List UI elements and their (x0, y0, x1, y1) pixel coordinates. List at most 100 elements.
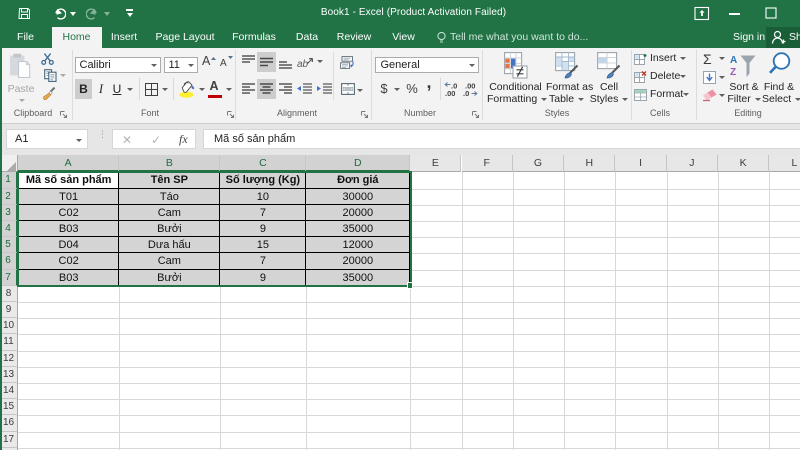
worksheet-grid[interactable]: ABCDEFGHIJKL123456789101112131415161718M… (0, 155, 800, 450)
find-select-button[interactable]: Find & Select (762, 50, 800, 106)
cell-D2[interactable]: 30000 (306, 188, 411, 205)
column-header-G[interactable]: G (512, 155, 565, 173)
cell-styles-button[interactable]: Cell Styles (589, 50, 629, 106)
row-header-15[interactable]: 15 (0, 399, 18, 416)
increase-font-size-button[interactable]: A (202, 54, 217, 72)
column-header-I[interactable]: I (615, 155, 667, 173)
paste-button[interactable]: Paste (6, 51, 36, 107)
increase-indent-icon[interactable] (316, 83, 332, 95)
row-header-17[interactable]: 17 (0, 431, 18, 448)
cell-B5[interactable]: Dưa hấu (119, 237, 221, 254)
cell-B4[interactable]: Bưởi (119, 221, 221, 238)
row-header-14[interactable]: 14 (0, 383, 18, 400)
copy-dropdown-icon[interactable] (60, 74, 66, 77)
fill-down-icon[interactable] (703, 71, 716, 84)
name-box-dropdown-icon[interactable] (76, 139, 82, 142)
column-header-E[interactable]: E (410, 155, 462, 173)
align-top-icon[interactable] (242, 55, 255, 69)
row-header-5[interactable]: 5 (0, 237, 18, 254)
row-header-7[interactable]: 7 (0, 269, 18, 286)
font-color-dropdown-icon[interactable] (226, 88, 232, 91)
name-box[interactable]: A1 (6, 129, 88, 149)
font-family-select[interactable]: Calibri (74, 56, 161, 73)
align-bottom-icon[interactable] (279, 55, 292, 69)
maximize-icon[interactable] (765, 7, 777, 19)
cell-C2[interactable]: 10 (220, 188, 307, 205)
cell-A1[interactable]: Mã số sản phẩm (19, 173, 120, 189)
cell-B7[interactable]: Bưởi (119, 269, 221, 286)
cell-A4[interactable]: B03 (19, 221, 120, 238)
merge-center-dropdown-icon[interactable] (357, 89, 363, 92)
minimize-icon[interactable] (729, 13, 740, 15)
cell-A7[interactable]: B03 (19, 269, 120, 286)
font-color-icon[interactable]: A (207, 79, 221, 94)
bold-button[interactable]: B (75, 79, 92, 99)
column-header-C[interactable]: C (220, 155, 307, 173)
accounting-format-button[interactable]: $ (378, 79, 390, 99)
column-header-A[interactable]: A (18, 155, 120, 173)
row-header-13[interactable]: 13 (0, 366, 18, 383)
underline-button[interactable]: U (110, 79, 124, 99)
fill-handle[interactable] (406, 282, 414, 289)
cell-A5[interactable]: D04 (19, 237, 120, 254)
autosum-button[interactable]: Σ (703, 50, 717, 68)
formula-bar-splitter[interactable]: ⋮ (98, 130, 107, 146)
cell-B1[interactable]: Tên SP (119, 173, 221, 189)
clipboard-dialog-launcher-icon[interactable] (59, 110, 68, 119)
cell-D6[interactable]: 20000 (306, 253, 411, 270)
number-format-select[interactable]: General (374, 56, 479, 73)
cell-A6[interactable]: C02 (19, 253, 120, 270)
tab-review[interactable]: Review (331, 27, 377, 48)
cut-icon[interactable] (41, 53, 54, 65)
font-size-select[interactable]: 11 (163, 56, 198, 73)
row-header-11[interactable]: 11 (0, 334, 18, 351)
ribbon-display-options-icon[interactable] (694, 6, 710, 21)
orientation-icon[interactable]: ab (297, 54, 314, 70)
row-header-3[interactable]: 3 (0, 204, 18, 221)
cell-B6[interactable]: Cam (119, 253, 221, 270)
clear-icon[interactable] (702, 89, 717, 102)
cell-A2[interactable]: T01 (19, 188, 120, 205)
conditional-formatting-button[interactable]: Conditional Formatting (487, 50, 548, 106)
clear-dropdown-icon[interactable] (719, 94, 725, 97)
increase-decimal-icon[interactable]: .0.00 (444, 81, 460, 97)
percent-style-button[interactable]: % (404, 79, 420, 99)
cell-C4[interactable]: 9 (220, 221, 307, 238)
column-header-F[interactable]: F (461, 155, 513, 173)
column-header-B[interactable]: B (119, 155, 221, 173)
sign-in-button[interactable]: Sign in (733, 27, 765, 48)
cell-D4[interactable]: 35000 (306, 221, 411, 238)
align-middle-button[interactable] (257, 52, 276, 72)
alignment-dialog-launcher-icon[interactable] (360, 110, 369, 119)
cell-C3[interactable]: 7 (220, 204, 307, 221)
enter-icon[interactable]: ✓ (151, 133, 161, 147)
italic-button[interactable]: I (95, 79, 107, 99)
share-button[interactable]: Share (766, 27, 800, 48)
row-header-4[interactable]: 4 (0, 221, 18, 238)
borders-icon[interactable] (145, 83, 158, 96)
align-right-icon[interactable] (279, 83, 292, 95)
row-header-1[interactable]: 1 (0, 172, 18, 189)
tab-home[interactable]: Home (51, 27, 102, 48)
font-dialog-launcher-icon[interactable] (226, 110, 235, 119)
fill-color-icon[interactable] (179, 79, 197, 98)
row-header-12[interactable]: 12 (0, 350, 18, 367)
cell-D1[interactable]: Đơn giá (306, 173, 411, 189)
format-as-table-button[interactable]: Format as Table (546, 50, 593, 106)
tab-file[interactable]: File (8, 27, 43, 48)
cell-D3[interactable]: 20000 (306, 204, 411, 221)
cell-B2[interactable]: Táo (119, 188, 221, 205)
tellme-label[interactable]: Tell me what you want to do... (450, 27, 588, 48)
comma-style-button[interactable]: , (423, 72, 435, 92)
align-left-icon[interactable] (242, 83, 255, 95)
row-header-8[interactable]: 8 (0, 285, 18, 302)
column-header-H[interactable]: H (564, 155, 616, 173)
sort-filter-button[interactable]: A Z Sort & Filter (727, 50, 761, 106)
format-painter-icon[interactable] (41, 87, 56, 101)
cell-C1[interactable]: Số lượng (Kg) (220, 173, 307, 189)
number-dialog-launcher-icon[interactable] (471, 110, 480, 119)
merge-center-icon[interactable] (341, 83, 355, 95)
tab-formulas[interactable]: Formulas (228, 27, 280, 48)
column-header-L[interactable]: L (769, 155, 800, 173)
autosum-dropdown-icon[interactable] (719, 57, 725, 60)
